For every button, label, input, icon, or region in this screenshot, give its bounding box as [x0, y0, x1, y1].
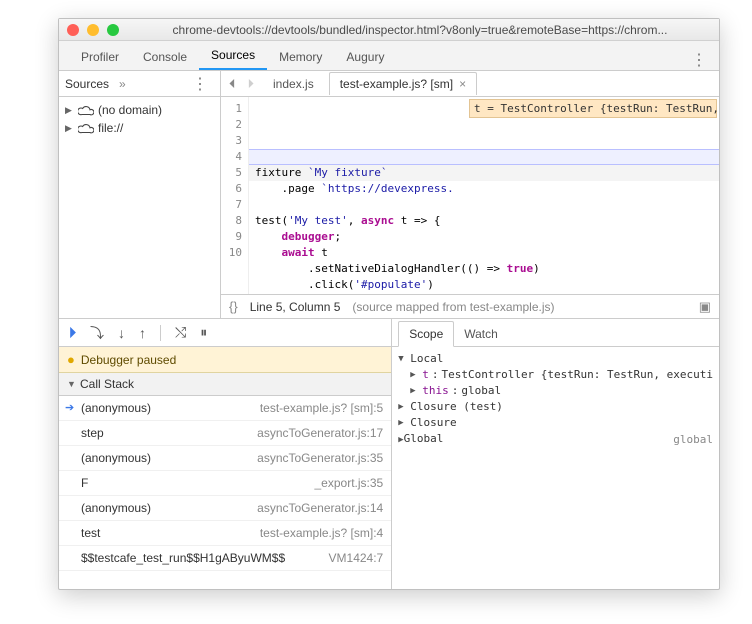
- navigator-overflow-icon[interactable]: »: [119, 77, 126, 91]
- window-minimize-icon[interactable]: [87, 24, 99, 36]
- tree-item-label: file://: [98, 121, 123, 135]
- cursor-position: Line 5, Column 5: [250, 300, 341, 314]
- scope-global[interactable]: ▶Globalglobal: [398, 431, 713, 448]
- tab-profiler[interactable]: Profiler: [69, 44, 131, 70]
- call-stack-header[interactable]: ▼ Call Stack: [59, 373, 391, 396]
- sidebar-toggle-icon[interactable]: ▣: [699, 299, 711, 315]
- editor-tab-index[interactable]: index.js: [262, 72, 325, 95]
- scope-closure[interactable]: ▶Closure: [398, 415, 713, 431]
- stack-frame[interactable]: testtest-example.js? [sm]:4: [59, 521, 391, 546]
- tab-augury[interactable]: Augury: [334, 44, 396, 70]
- caret-down-icon: ▼: [67, 379, 76, 389]
- line-numbers: 1 2 3 4 5 6 7 8 9 10: [221, 97, 249, 294]
- window-close-icon[interactable]: [67, 24, 79, 36]
- editor-nav-fwd-icon[interactable]: ⏵: [244, 76, 259, 92]
- stack-frame[interactable]: $$testcafe_test_run$$H1gAByuWM$$VM1424:7: [59, 546, 391, 571]
- deactivate-breakpoints-icon[interactable]: ⤭: [175, 324, 186, 341]
- window-title: chrome-devtools://devtools/bundled/inspe…: [129, 23, 711, 37]
- step-into-icon[interactable]: ↓: [118, 325, 125, 341]
- stack-frame[interactable]: (anonymous)asyncToGenerator.js:35: [59, 446, 391, 471]
- execution-line-highlight: [249, 149, 719, 165]
- panel-overflow-icon[interactable]: ⋮: [685, 50, 713, 70]
- variable-tooltip: t = TestController {testRun: TestRun, ex…: [469, 99, 717, 118]
- call-stack: (anonymous)test-example.js? [sm]:5 stepa…: [59, 396, 391, 589]
- close-tab-icon[interactable]: ×: [459, 77, 466, 91]
- tree-item-label: (no domain): [98, 103, 162, 117]
- caret-icon: ▶: [65, 105, 74, 116]
- pretty-print-icon[interactable]: {}: [229, 299, 238, 314]
- resume-icon[interactable]: ⏵: [69, 324, 76, 341]
- tree-item-no-domain[interactable]: ▶ (no domain): [63, 101, 216, 119]
- tab-watch[interactable]: Watch: [454, 322, 508, 346]
- info-icon: ●: [67, 352, 75, 367]
- source-map-info: (source mapped from test-example.js): [352, 300, 554, 314]
- navigator-menu-icon[interactable]: ⋮: [186, 74, 214, 94]
- debugger-toolbar: ⏵ ⤵ ↓ ↑ ⤭ ⏸: [59, 319, 391, 347]
- tab-memory[interactable]: Memory: [267, 44, 334, 70]
- tab-scope[interactable]: Scope: [398, 321, 454, 347]
- code-editor[interactable]: t = TestController {testRun: TestRun, ex…: [249, 97, 719, 294]
- scope-closure-test[interactable]: ▶Closure (test): [398, 399, 713, 415]
- stack-frame[interactable]: F_export.js:35: [59, 471, 391, 496]
- editor-nav-back-icon[interactable]: ⏴: [225, 76, 240, 92]
- step-out-icon[interactable]: ↑: [139, 325, 146, 341]
- debugger-paused-banner: ● Debugger paused: [59, 347, 391, 373]
- step-over-icon[interactable]: ⤵: [90, 323, 104, 343]
- scope-variable-this[interactable]: ▶this: global: [398, 383, 713, 399]
- scope-local[interactable]: ▼Local: [398, 351, 713, 367]
- scope-panel: ▼Local ▶t: TestController {testRun: Test…: [392, 347, 719, 589]
- file-tree: ▶ (no domain) ▶ file://: [59, 97, 220, 141]
- window-zoom-icon[interactable]: [107, 24, 119, 36]
- tab-sources[interactable]: Sources: [199, 42, 267, 70]
- caret-icon: ▶: [65, 123, 74, 134]
- navigator-tab-sources[interactable]: Sources: [65, 77, 109, 91]
- stack-frame[interactable]: (anonymous)asyncToGenerator.js:14: [59, 496, 391, 521]
- scope-variable-t[interactable]: ▶t: TestController {testRun: TestRun, ex…: [398, 367, 713, 383]
- editor-tab-test-example[interactable]: test-example.js? [sm] ×: [329, 72, 477, 95]
- tree-item-file[interactable]: ▶ file://: [63, 119, 216, 137]
- tab-console[interactable]: Console: [131, 44, 199, 70]
- devtools-panel-tabs: Profiler Console Sources Memory Augury ⋮: [59, 41, 719, 71]
- cloud-icon: [78, 105, 94, 116]
- pause-on-exceptions-icon[interactable]: ⏸: [200, 324, 207, 341]
- cloud-icon: [78, 123, 94, 134]
- stack-frame[interactable]: stepasyncToGenerator.js:17: [59, 421, 391, 446]
- stack-frame[interactable]: (anonymous)test-example.js? [sm]:5: [59, 396, 391, 421]
